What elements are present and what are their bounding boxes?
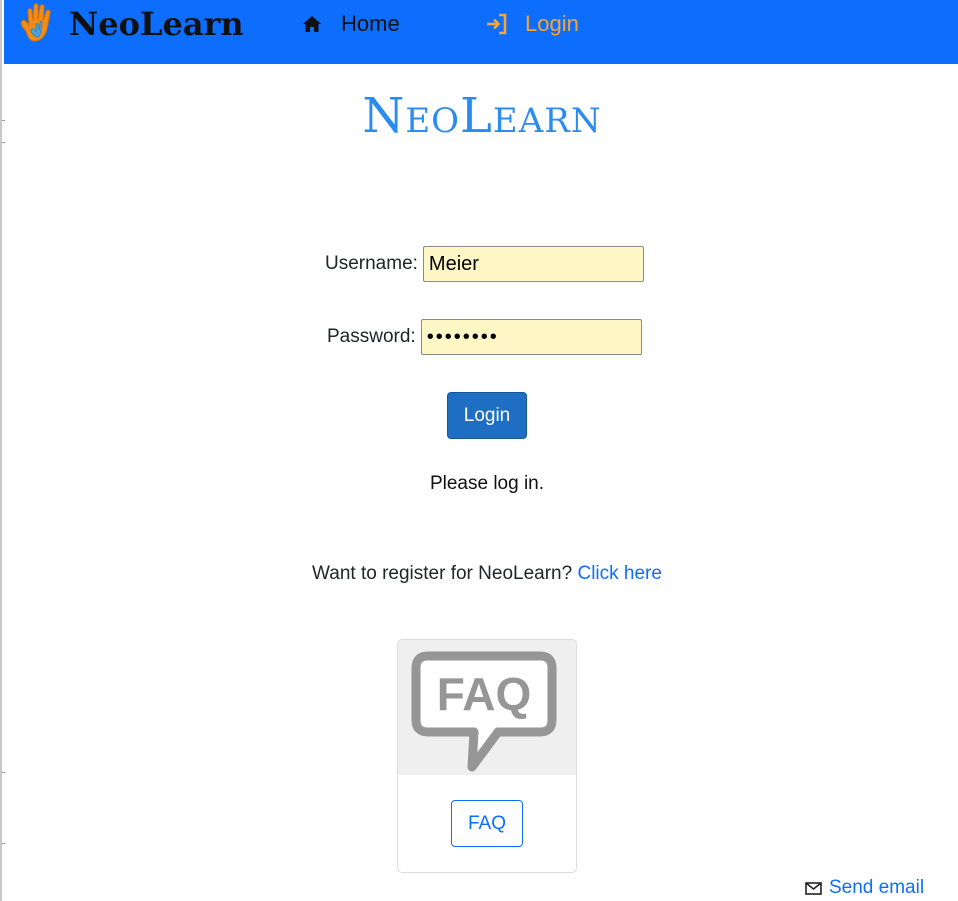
page: NeoLearn Home Login NeoLearn Username: P…: [0, 0, 958, 901]
nav-home-link[interactable]: Home: [300, 8, 400, 40]
home-icon: [303, 16, 321, 32]
faq-image-text: FAQ: [437, 668, 532, 720]
page-title: NeoLearn: [362, 88, 602, 144]
register-link[interactable]: Click here: [577, 563, 661, 584]
brand-link[interactable]: NeoLearn: [16, 0, 244, 48]
username-label: Username:: [325, 253, 418, 274]
faq-speech-bubble-icon: FAQ: [398, 640, 576, 775]
navbar: NeoLearn Home Login: [4, 0, 958, 64]
hand-logo-icon: [20, 3, 51, 42]
brand-name: NeoLearn: [69, 5, 244, 43]
password-label: Password:: [327, 326, 416, 347]
login-icon: [487, 13, 507, 35]
faq-button[interactable]: FAQ: [451, 800, 523, 847]
send-email-label: Send email: [829, 877, 925, 898]
nav-home-label: Home: [341, 11, 400, 36]
password-row: Password:: [327, 319, 642, 355]
username-row: Username:: [325, 246, 644, 282]
register-prompt: Want to register for NeoLearn? Click her…: [4, 563, 958, 585]
send-email-link[interactable]: Send email: [805, 877, 924, 899]
login-button[interactable]: Login: [447, 392, 527, 439]
faq-card: FAQ FAQ: [397, 639, 577, 873]
register-text: Want to register for NeoLearn?: [312, 563, 573, 584]
mail-icon: [805, 881, 822, 895]
login-status-message: Please log in.: [429, 473, 545, 494]
nav-login-label: Login: [525, 11, 579, 36]
nav-login-link[interactable]: Login: [484, 8, 579, 40]
username-input[interactable]: [422, 246, 644, 282]
password-input[interactable]: [420, 319, 642, 355]
